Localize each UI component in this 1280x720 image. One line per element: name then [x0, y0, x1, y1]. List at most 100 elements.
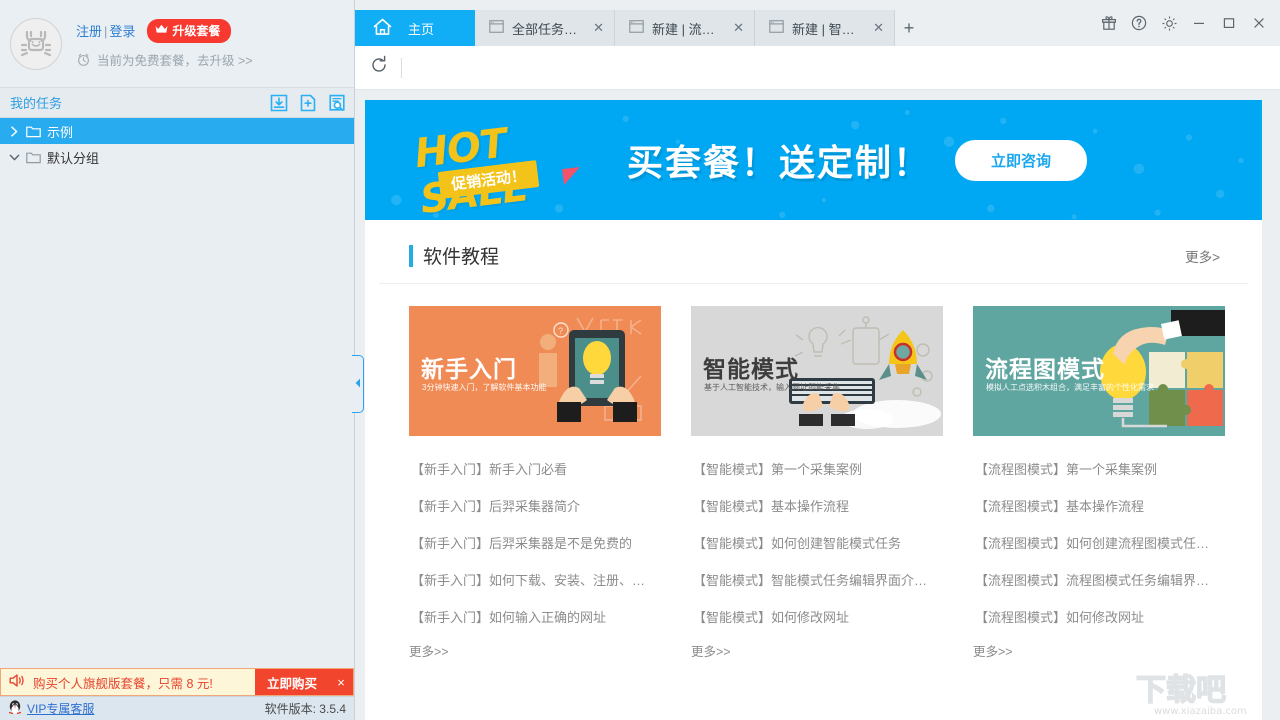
left-sidebar: 注册 | 登录 升级套餐 当前为免费套餐，去升级 >> 我的任务 示例 默认分组… [0, 0, 364, 720]
tab-close-icon[interactable]: ✕ [733, 20, 744, 36]
tab-label: 新建 | 流程... [652, 21, 722, 37]
plan-notice-row[interactable]: 当前为免费套餐，去升级 >> [76, 50, 253, 69]
tutorial-link[interactable]: 【智能模式】智能模式任务编辑界面介… [691, 561, 941, 598]
settings-gear-icon[interactable] [1156, 10, 1182, 36]
search-task-icon[interactable] [328, 94, 346, 112]
title-bar: 主页 全部任务列... ✕ 新建 | 流程... ✕ 新建 | 智能... ✕ … [355, 0, 1280, 46]
card-title: 智能模式 [703, 356, 799, 382]
my-tasks-title: 我的任务 [10, 96, 63, 111]
close-icon[interactable] [1246, 10, 1272, 36]
tutorial-link[interactable]: 【新手入门】后羿采集器简介 [409, 487, 659, 524]
task-tree: 示例 默认分组 [0, 118, 354, 668]
banner-content: HOT SALE 促销活动！ 买套餐！送定制！ 立即咨询 [365, 100, 1262, 220]
tutorial-link[interactable]: 【流程图模式】第一个采集案例 [973, 450, 1223, 487]
banner-consult-button[interactable]: 立即咨询 [955, 139, 1088, 181]
folder-icon [26, 125, 41, 138]
application-window: 注册 | 登录 升级套餐 当前为免费套餐，去升级 >> 我的任务 示例 默认分组… [0, 0, 1280, 720]
toolbar-divider [401, 57, 402, 78]
section-accent-bar [409, 244, 413, 267]
tab-new-flowchart[interactable]: 新建 | 流程... ✕ [615, 10, 755, 46]
speaker-icon [9, 673, 26, 691]
promo-message: 购买个人旗舰版套餐，只需 8 元! [1, 673, 255, 692]
tutorial-column-smart: 智能模式 基于人工智能技术，输入网址即能采集 【智能模式】第一个采集案例 【智能… [691, 306, 943, 660]
card-title: 新手入门 [421, 356, 517, 382]
tab-label: 新建 | 智能... [792, 21, 862, 37]
help-icon[interactable] [1126, 10, 1152, 36]
window-icon [489, 20, 504, 36]
login-link[interactable]: 登录 [109, 24, 135, 39]
plan-notice-text: 当前为免费套餐，去升级 >> [97, 53, 253, 68]
chevron-down-icon[interactable] [8, 153, 20, 162]
home-icon [373, 18, 392, 39]
page-toolbar [355, 46, 1280, 90]
import-task-icon[interactable] [270, 94, 288, 112]
card-subtitle: 3分钟快速入门，了解软件基本功能 [422, 383, 547, 392]
tutorial-cards: ? 新手入门 3分钟快速入门，了解软件基本功能 【新手入门】新手入门必看 【新手… [365, 284, 1262, 660]
sidebar-collapse-handle[interactable] [352, 355, 364, 413]
tutorial-link[interactable]: 【智能模式】基本操作流程 [691, 487, 941, 524]
upgrade-plan-button[interactable]: 升级套餐 [147, 18, 232, 43]
my-tasks-actions [270, 94, 346, 112]
tutorial-link[interactable]: 【流程图模式】如何修改网址 [973, 598, 1223, 635]
tutorial-link[interactable]: 【新手入门】后羿采集器是不是免费的 [409, 524, 659, 561]
tree-item-example[interactable]: 示例 [0, 118, 354, 144]
tutorials-header: 软件教程 更多> [379, 220, 1248, 284]
tutorials-more-link[interactable]: 更多> [1185, 246, 1220, 266]
avatar[interactable] [10, 17, 62, 70]
tab-close-icon[interactable]: ✕ [873, 20, 884, 36]
sidebar-status-bar: VIP专属客服 软件版本: 3.5.4 [0, 696, 354, 720]
tutorial-more-link[interactable]: 更多>> [691, 635, 943, 660]
chevron-right-icon[interactable] [8, 125, 20, 137]
smart-mode-tutorial-banner[interactable]: 智能模式 基于人工智能技术，输入网址即能采集 [691, 306, 943, 436]
promo-close-icon[interactable]: × [329, 669, 353, 695]
tab-new-smart[interactable]: 新建 | 智能... ✕ [755, 10, 895, 46]
tutorial-more-link[interactable]: 更多>> [973, 635, 1225, 660]
tutorial-column-flowchart: 流程图模式 模拟人工点选积木组合，满足丰富的个性化需求 【流程图模式】第一个采集… [973, 306, 1225, 660]
tutorial-link[interactable]: 【流程图模式】基本操作流程 [973, 487, 1223, 524]
tutorial-link-list: 【流程图模式】第一个采集案例 【流程图模式】基本操作流程 【流程图模式】如何创建… [973, 436, 1225, 660]
tutorial-link[interactable]: 【流程图模式】如何创建流程图模式任… [973, 524, 1223, 561]
tutorial-link-list: 【智能模式】第一个采集案例 【智能模式】基本操作流程 【智能模式】如何创建智能模… [691, 436, 943, 660]
tree-item-default-group[interactable]: 默认分组 [0, 144, 354, 170]
card-subtitle: 基于人工智能技术，输入网址即能采集 [704, 383, 840, 392]
register-link[interactable]: 注册 [76, 24, 102, 39]
tab-close-icon[interactable]: ✕ [593, 20, 604, 36]
beginner-tutorial-banner[interactable]: ? 新手入门 3分钟快速入门，了解软件基本功能 [409, 306, 661, 436]
tutorial-link[interactable]: 【流程图模式】流程图模式任务编辑界… [973, 561, 1223, 598]
vip-service-link[interactable]: VIP专属客服 [27, 700, 94, 717]
tree-item-label: 示例 [47, 124, 74, 140]
tutorial-link[interactable]: 【新手入门】如何输入正确的网址 [409, 598, 659, 635]
account-panel: 注册 | 登录 升级套餐 当前为免费套餐，去升级 >> [0, 0, 354, 88]
tutorial-link[interactable]: 【新手入门】如何下载、安装、注册、… [409, 561, 659, 598]
crown-icon [155, 23, 168, 37]
tab-all-tasks[interactable]: 全部任务列... ✕ [475, 10, 615, 46]
puzzle-pieces [1149, 352, 1223, 426]
tutorial-link[interactable]: 【智能模式】第一个采集案例 [691, 450, 941, 487]
home-content: HOT SALE 促销活动！ 买套餐！送定制！ 立即咨询 软件教程 更多> [355, 90, 1280, 720]
tab-home[interactable]: 主页 [355, 10, 475, 46]
buy-now-button[interactable]: 立即购买 [254, 669, 329, 695]
new-tab-button[interactable]: + [895, 10, 923, 46]
card-title: 流程图模式 [985, 356, 1105, 382]
refresh-icon[interactable] [369, 55, 389, 80]
tutorial-link[interactable]: 【智能模式】如何创建智能模式任务 [691, 524, 941, 561]
my-tasks-header: 我的任务 [0, 88, 354, 118]
minimize-icon[interactable] [1186, 10, 1212, 36]
new-task-icon[interactable] [299, 94, 317, 112]
tutorial-column-beginner: ? 新手入门 3分钟快速入门，了解软件基本功能 【新手入门】新手入门必看 【新手… [409, 306, 661, 660]
promotion-banner[interactable]: HOT SALE 促销活动！ 买套餐！送定制！ 立即咨询 [365, 100, 1262, 220]
promo-bar: 购买个人旗舰版套餐，只需 8 元! 立即购买 × [0, 668, 354, 696]
tutorial-link[interactable]: 【新手入门】新手入门必看 [409, 450, 659, 487]
promo-text: 购买个人旗舰版套餐，只需 8 元! [33, 676, 213, 691]
card-subtitle: 模拟人工点选积木组合，满足丰富的个性化需求 [986, 383, 1154, 392]
folder-icon [26, 151, 41, 164]
maximize-icon[interactable] [1216, 10, 1242, 36]
home-panel: HOT SALE 促销活动！ 买套餐！送定制！ 立即咨询 软件教程 更多> [365, 100, 1262, 720]
tutorial-more-link[interactable]: 更多>> [409, 635, 661, 660]
hot-sale-logo: HOT SALE 促销活动！ [412, 112, 603, 220]
flowchart-mode-tutorial-banner[interactable]: 流程图模式 模拟人工点选积木组合，满足丰富的个性化需求 [973, 306, 1225, 436]
tutorial-link[interactable]: 【智能模式】如何修改网址 [691, 598, 941, 635]
person-figure: ? [539, 322, 569, 387]
gift-icon[interactable] [1096, 10, 1122, 36]
svg-text:?: ? [558, 326, 563, 336]
